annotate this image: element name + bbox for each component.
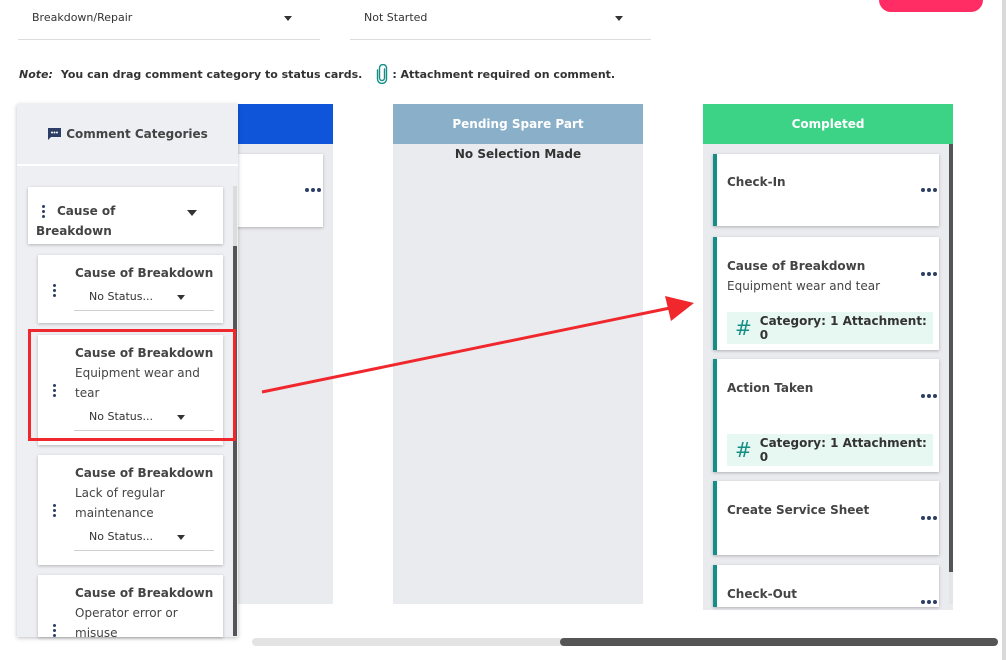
category-item[interactable]: Cause of Breakdown Equipment wear and te… (38, 335, 223, 445)
more-vertical-icon[interactable] (53, 624, 56, 637)
categories-scrollbar-thumb[interactable] (233, 246, 237, 636)
completed-scrollbar-thumb[interactable] (949, 144, 953, 572)
chevron-down-icon (177, 535, 185, 540)
column-pending-header: Pending Spare Part (393, 104, 643, 144)
status-card-action-taken[interactable]: Action Taken # Category: 1 Attachment: 0 (713, 359, 939, 472)
category-item-title: Cause of Breakdown (75, 586, 214, 600)
category-tag: # Category: 1 Attachment: 0 (727, 434, 933, 466)
status-card-create-service-sheet[interactable]: Create Service Sheet (713, 481, 939, 555)
comment-categories-header: Comment Categories (17, 104, 238, 166)
category-item[interactable]: Cause of Breakdown No Status... (38, 255, 223, 323)
more-horizontal-icon[interactable] (921, 600, 937, 604)
board-scrollbar-thumb[interactable] (560, 638, 998, 646)
category-item[interactable]: Cause of Breakdown Lack of regular maint… (38, 455, 223, 565)
hashtag-icon: # (735, 438, 752, 462)
category-item-title: Cause of Breakdown (75, 466, 214, 480)
status-select-value: Not Started (364, 11, 428, 24)
status-card-title: Cause of Breakdown (727, 259, 866, 273)
more-vertical-icon[interactable] (53, 504, 56, 519)
status-card-check-out[interactable]: Check-Out (713, 565, 939, 607)
status-card-title: Check-In (727, 175, 786, 189)
status-card[interactable] (226, 154, 323, 227)
note-attachment-text: : Attachment required on comment. (392, 67, 616, 81)
more-horizontal-icon[interactable] (305, 188, 321, 192)
more-horizontal-icon[interactable] (921, 272, 937, 276)
status-card-check-in[interactable]: Check-In (713, 154, 939, 226)
category-item-desc: Operator error or misuse (75, 606, 178, 637)
chevron-down-icon (177, 295, 185, 300)
comment-categories-title: Comment Categories (66, 127, 208, 141)
category-tag: # Category: 1 Attachment: 0 (727, 312, 933, 344)
chevron-down-icon (177, 415, 185, 420)
status-select[interactable]: Not Started (350, 0, 651, 40)
status-card-title: Create Service Sheet (727, 503, 870, 517)
top-action-button[interactable] (879, 0, 983, 12)
category-group-label: Cause of Breakdown (36, 204, 116, 238)
chat-bubble-icon (48, 128, 62, 140)
category-item-desc: Equipment wear and tear (75, 366, 200, 400)
category-group-cause-of-breakdown[interactable]: Cause of Breakdown (28, 187, 223, 244)
column-pending-spare-part: Pending Spare Part No Selection Made (393, 104, 643, 604)
category-item-status-select[interactable]: No Status... (74, 287, 214, 311)
category-item-status-select[interactable]: No Status... (74, 527, 214, 551)
more-vertical-icon[interactable] (53, 384, 56, 399)
empty-state-text: No Selection Made (454, 147, 582, 161)
column-in-progress (226, 104, 333, 604)
more-horizontal-icon[interactable] (921, 394, 937, 398)
category-item-title: Cause of Breakdown (75, 346, 214, 360)
more-vertical-icon[interactable] (53, 284, 56, 299)
category-item-status-select[interactable]: No Status... (74, 407, 214, 431)
status-card-title: Action Taken (727, 381, 814, 395)
window-edge (1002, 0, 1006, 660)
status-select-value: No Status... (89, 290, 153, 303)
category-tag-text: Category: 1 Attachment: 0 (759, 314, 927, 342)
status-card-desc: Equipment wear and tear (727, 279, 881, 293)
note-line: Note: You can drag comment category to s… (19, 64, 615, 84)
chevron-down-icon (615, 16, 623, 21)
chevron-down-icon[interactable] (187, 210, 197, 216)
more-horizontal-icon[interactable] (921, 188, 937, 192)
chevron-down-icon (284, 16, 292, 21)
status-card-cause-of-breakdown[interactable]: Cause of Breakdown Equipment wear and te… (713, 237, 939, 350)
category-item-desc: Lack of regular maintenance (75, 486, 165, 520)
status-select-value: No Status... (89, 410, 153, 423)
status-select-value: No Status... (89, 530, 153, 543)
more-horizontal-icon[interactable] (921, 516, 937, 520)
column-in-progress-header (226, 104, 333, 144)
status-card-title: Check-Out (727, 587, 798, 601)
note-label: Note: (19, 67, 53, 81)
column-completed-header: Completed (703, 104, 953, 144)
paperclip-icon (377, 64, 388, 84)
hashtag-icon: # (735, 316, 752, 340)
note-drag-text: You can drag comment category to status … (60, 67, 363, 81)
type-select[interactable]: Breakdown/Repair (18, 0, 320, 40)
category-item[interactable]: Cause of Breakdown Operator error or mis… (38, 575, 223, 637)
category-item-title: Cause of Breakdown (75, 266, 214, 280)
type-select-value: Breakdown/Repair (32, 11, 133, 24)
category-tag-text: Category: 1 Attachment: 0 (759, 436, 927, 464)
